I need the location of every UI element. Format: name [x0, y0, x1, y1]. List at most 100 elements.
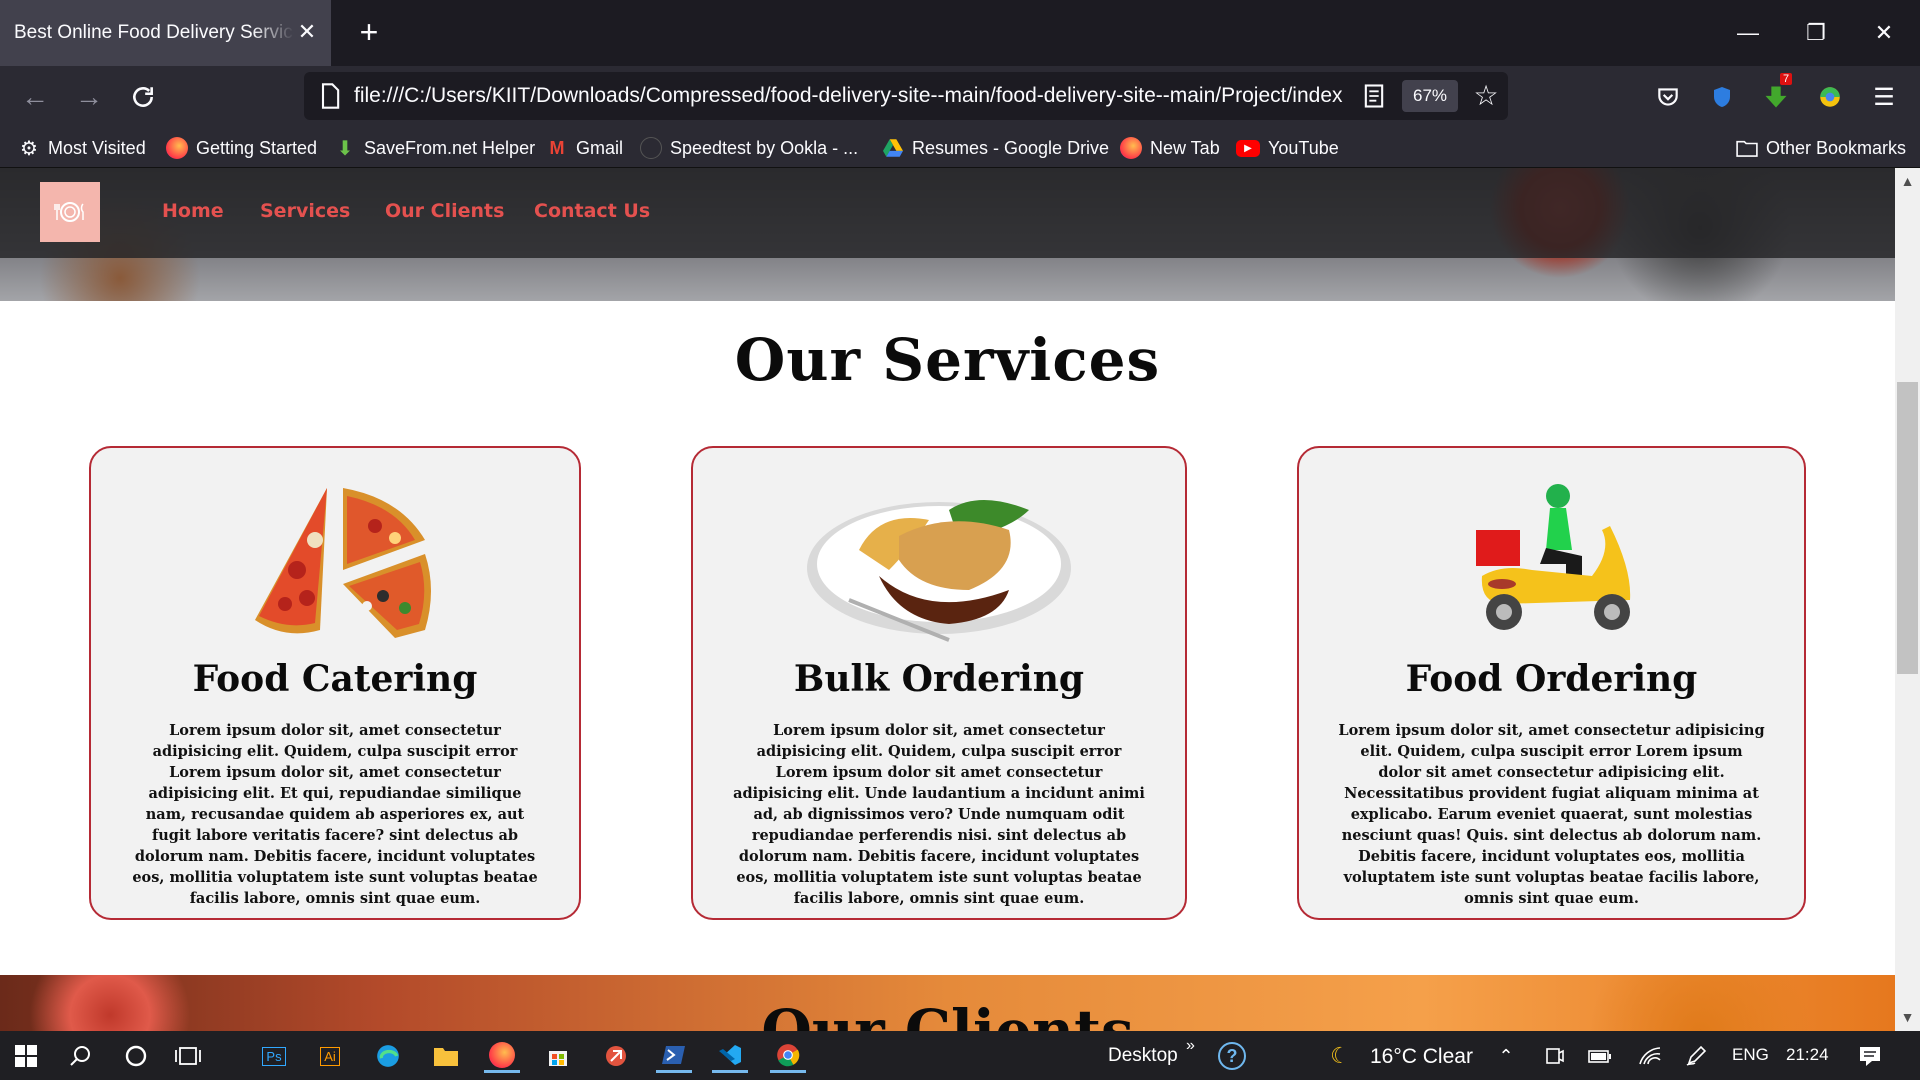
reload-button[interactable] [122, 76, 164, 118]
services-heading: Our Services [734, 326, 1161, 394]
download-helper-icon[interactable]: 7 [1758, 73, 1794, 115]
nav-our-clients[interactable]: Our Clients [385, 200, 504, 222]
reader-view-icon[interactable] [1360, 82, 1388, 110]
service-card-food-catering: Food Catering Lorem ipsum dolor sit, ame… [89, 446, 581, 920]
scroll-thumb[interactable] [1897, 382, 1918, 674]
bookmark-label: Speedtest by Ookla - ... [670, 137, 859, 158]
chevron-up-icon[interactable]: ⌃ [1488, 1039, 1524, 1073]
bookmark-star-icon[interactable]: ☆ [1470, 80, 1502, 112]
url-text[interactable]: file:///C:/Users/KIIT/Downloads/Compress… [354, 84, 1354, 108]
browser-tab[interactable]: Best Online Food Delivery Service in ✕ [0, 0, 331, 66]
firefox-icon [1120, 137, 1142, 159]
search-icon[interactable] [62, 1039, 98, 1073]
scroll-up-arrow-icon[interactable]: ▲ [1895, 170, 1920, 192]
scroll-down-arrow-icon[interactable]: ▼ [1895, 1006, 1920, 1028]
store-icon[interactable] [540, 1039, 576, 1073]
windows-taskbar: Ps Ai Desktop » ? ☾ 16°C Clear ⌃ ENG 21: [0, 1031, 1920, 1080]
pocket-icon[interactable] [1650, 79, 1686, 115]
close-window-button[interactable]: ✕ [1856, 0, 1912, 66]
powershell-icon[interactable] [656, 1039, 692, 1073]
address-bar[interactable]: file:///C:/Users/KIIT/Downloads/Compress… [304, 72, 1508, 120]
restore-button[interactable]: ❐ [1788, 0, 1844, 66]
battery-icon[interactable] [1582, 1039, 1618, 1073]
nav-contact-us[interactable]: Contact Us [534, 200, 650, 222]
bookmark-label: YouTube [1268, 137, 1339, 158]
desktop-toolbar-label[interactable]: Desktop [1108, 1045, 1178, 1067]
site-header: Home Services Our Clients Contact Us [0, 168, 1895, 258]
gmail-icon: M [549, 137, 565, 158]
forward-button[interactable]: → [68, 76, 110, 118]
service-card-food-ordering: Food Ordering Lorem ipsum dolor sit, ame… [1297, 446, 1806, 920]
bookmark-most-visited[interactable]: ⚙ Most Visited [18, 134, 146, 162]
meal-plate-image [693, 480, 1185, 642]
card-title: Bulk Ordering [793, 658, 1085, 700]
hero-banner: Home Services Our Clients Contact Us [0, 168, 1895, 301]
bookmark-getting-started[interactable]: Getting Started [166, 134, 317, 162]
weather-text[interactable]: 16°C Clear [1370, 1045, 1473, 1069]
back-button[interactable]: ← [14, 76, 56, 118]
delivery-scooter-image [1299, 480, 1804, 642]
close-tab-icon[interactable]: ✕ [295, 20, 319, 44]
help-icon[interactable]: ? [1214, 1039, 1250, 1073]
menu-hamburger-icon[interactable]: ☰ [1866, 79, 1902, 115]
bookmarks-toolbar: ⚙ Most Visited Getting Started ⬇ SaveFro… [0, 128, 1920, 168]
download-arrow-icon: ⬇ [336, 137, 354, 160]
plate-cutlery-icon [54, 202, 84, 222]
tab-bar: Best Online Food Delivery Service in ✕ +… [0, 0, 1920, 66]
bookmark-label: SaveFrom.net Helper [364, 137, 536, 158]
language-indicator[interactable]: ENG [1732, 1045, 1769, 1065]
clock[interactable]: 21:24 [1786, 1045, 1829, 1065]
card-description: Lorem ipsum dolor sit, amet consectetur … [733, 722, 1145, 907]
bookmark-gmail[interactable]: M Gmail [546, 134, 624, 162]
bookmark-label: Other Bookmarks [1766, 137, 1907, 158]
youtube-icon: ▶ [1236, 139, 1260, 157]
pizza-image [91, 480, 579, 642]
bookmark-new-tab[interactable]: New Tab [1120, 134, 1220, 162]
bookmark-savefrom[interactable]: ⬇ SaveFrom.net Helper [334, 134, 535, 162]
notifications-icon[interactable] [1852, 1039, 1888, 1073]
photoshop-icon[interactable]: Ps [256, 1039, 292, 1073]
gear-icon: ⚙ [20, 137, 38, 160]
card-description: Lorem ipsum dolor sit, amet consectetur … [1338, 722, 1765, 907]
extension-badge: 7 [1780, 73, 1793, 85]
task-view-icon[interactable] [170, 1039, 206, 1073]
card-description: Lorem ipsum dolor sit, amet consectetur … [132, 722, 538, 907]
card-title: Food Catering [192, 658, 478, 700]
git-client-icon[interactable] [598, 1039, 634, 1073]
bookmark-label: Getting Started [196, 137, 318, 158]
pen-icon[interactable] [1678, 1039, 1714, 1073]
navigation-toolbar: ← → file:///C:/Users/KIIT/Downloads/Comp… [0, 66, 1920, 128]
color-extension-icon[interactable] [1812, 79, 1848, 115]
google-drive-icon [882, 137, 904, 159]
minimize-button[interactable]: — [1720, 0, 1776, 66]
vpn-shield-icon[interactable] [1704, 79, 1740, 115]
meet-now-icon[interactable] [1536, 1039, 1572, 1073]
bookmark-google-drive[interactable]: Resumes - Google Drive [882, 134, 1109, 162]
page-scrollbar[interactable]: ▲ ▼ [1895, 168, 1920, 1031]
firefox-taskbar-icon[interactable] [484, 1039, 520, 1073]
bookmark-label: Gmail [576, 137, 624, 158]
new-tab-button[interactable]: + [352, 16, 386, 50]
chevron-right-icon[interactable]: » [1186, 1037, 1195, 1055]
bookmark-speedtest[interactable]: Speedtest by Ookla - ... [640, 134, 858, 162]
bookmark-youtube[interactable]: ▶ YouTube [1236, 134, 1339, 162]
other-bookmarks[interactable]: Other Bookmarks [1736, 134, 1906, 162]
file-explorer-icon[interactable] [428, 1039, 464, 1073]
vscode-icon[interactable] [712, 1039, 748, 1073]
wifi-icon[interactable] [1632, 1039, 1668, 1073]
tab-title: Best Online Food Delivery Service in [14, 22, 294, 43]
nav-home[interactable]: Home [162, 200, 224, 222]
moon-weather-icon[interactable]: ☾ [1322, 1039, 1358, 1073]
illustrator-icon[interactable]: Ai [312, 1039, 348, 1073]
site-logo[interactable] [40, 182, 100, 242]
bookmark-label: Most Visited [48, 137, 146, 158]
windows-start-icon[interactable] [8, 1039, 44, 1073]
nav-services[interactable]: Services [260, 200, 350, 222]
service-card-bulk-ordering: Bulk Ordering Lorem ipsum dolor sit, ame… [691, 446, 1187, 920]
zoom-level-badge[interactable]: 67% [1402, 80, 1458, 112]
edge-icon[interactable] [370, 1039, 406, 1073]
clients-section: Our Clients [0, 975, 1895, 1031]
clients-heading: Our Clients [761, 997, 1134, 1031]
cortana-icon[interactable] [118, 1039, 154, 1073]
chrome-icon[interactable] [770, 1039, 806, 1073]
